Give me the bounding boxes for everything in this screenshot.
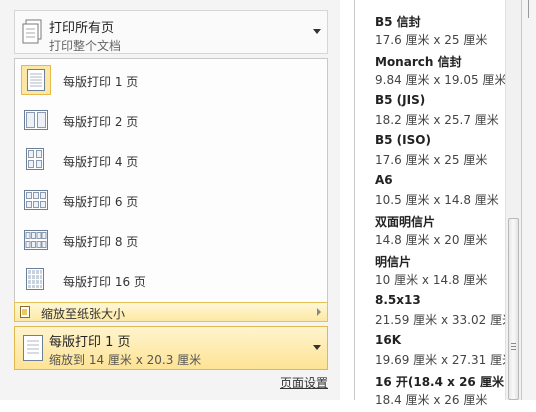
paper-size-name: 8.5x13	[375, 293, 421, 307]
paper-size-name: 明信片	[375, 255, 412, 269]
menu-item-label: 每版打印 2 页	[63, 115, 139, 129]
menu-item-8-page[interactable]: 每版打印 8 页	[15, 221, 327, 261]
grip-line	[511, 346, 516, 347]
paper-size-name: B5 (ISO)	[375, 133, 431, 147]
page-icon	[21, 334, 45, 362]
menu-item-6-page[interactable]: 每版打印 6 页	[15, 181, 327, 221]
grip-line	[511, 343, 516, 344]
scale-to-paper-size-item[interactable]: 缩放至纸张大小	[14, 302, 328, 322]
paper-size-name: A6	[375, 173, 393, 187]
paper-size-item[interactable]: B5 (ISO) 17.6 厘米 x 25 厘米	[355, 132, 505, 172]
menu-item-label: 每版打印 16 页	[63, 275, 146, 289]
six-page-icon	[21, 185, 51, 215]
paper-size-item[interactable]: 16 开(18.4 x 26 厘米) 18.4 厘米 x 26 厘米	[355, 372, 509, 412]
paper-size-item[interactable]: B5 信封 17.6 厘米 x 25 厘米	[355, 12, 505, 52]
paper-size-dimensions: 9.84 厘米 x 19.05 厘米	[375, 73, 507, 87]
scale-to-paper-label: 缩放至纸张大小	[41, 307, 126, 321]
menu-item-16-page[interactable]: 每版打印 16 页	[15, 261, 327, 301]
pages-per-sheet-title: 每版打印 1 页	[49, 335, 131, 350]
paper-size-name: 16K	[375, 333, 401, 347]
pages-per-sheet-dropdown[interactable]: 每版打印 1 页 缩放到 14 厘米 x 20.3 厘米	[14, 326, 328, 370]
scale-to-paper-icon	[20, 306, 30, 318]
menu-item-2-page[interactable]: 每版打印 2 页	[15, 101, 327, 141]
page-setup-link[interactable]: 页面设置	[280, 374, 328, 391]
paper-size-name: B5 (JIS)	[375, 93, 426, 107]
paper-size-dimensions: 19.69 厘米 x 27.31 厘米	[375, 353, 515, 367]
sixteen-page-icon	[21, 265, 51, 295]
preview-pane-edge	[522, 0, 536, 400]
menu-item-label: 每版打印 1 页	[63, 75, 139, 89]
paper-size-dimensions: 14.8 厘米 x 20 厘米	[375, 233, 488, 247]
menu-item-label: 每版打印 4 页	[63, 155, 139, 169]
paper-size-item[interactable]: B5 (JIS) 18.2 厘米 x 25.7 厘米	[355, 92, 505, 132]
pages-per-sheet-subtitle: 缩放到 14 厘米 x 20.3 厘米	[49, 353, 202, 367]
paper-size-dimensions: 17.6 厘米 x 25 厘米	[375, 153, 488, 167]
divider	[528, 0, 529, 18]
paper-size-dimensions: 21.59 厘米 x 33.02 厘米	[375, 313, 515, 327]
print-range-dropdown[interactable]: 打印所有页 打印整个文档	[14, 10, 328, 54]
one-page-icon	[21, 65, 51, 95]
scrollbar-thumb[interactable]	[508, 218, 519, 400]
paper-size-name: B5 信封	[375, 15, 421, 29]
menu-item-label: 每版打印 8 页	[63, 235, 139, 249]
paper-size-item[interactable]: 明信片 10 厘米 x 14.8 厘米	[355, 252, 505, 292]
paper-size-item[interactable]: 8.5x13 21.59 厘米 x 33.02 厘米	[355, 292, 514, 332]
paper-size-name: 16 开(18.4 x 26 厘米)	[375, 375, 510, 389]
document-stack-icon	[21, 19, 43, 45]
paper-size-item[interactable]: Monarch 信封 9.84 厘米 x 19.05 厘米	[355, 52, 507, 92]
paper-size-item[interactable]: A6 10.5 厘米 x 14.8 厘米	[355, 172, 505, 212]
paper-size-item[interactable]: 16K 19.69 厘米 x 27.31 厘米	[355, 332, 514, 372]
menu-item-label: 每版打印 6 页	[63, 195, 139, 209]
print-range-title: 打印所有页	[49, 21, 115, 36]
grip-line	[511, 349, 516, 350]
chevron-down-icon	[313, 345, 321, 350]
paper-size-name: 双面明信片	[375, 215, 436, 229]
chevron-right-icon	[317, 308, 321, 316]
paper-list-scrollbar[interactable]	[505, 0, 521, 400]
menu-item-1-page[interactable]: 每版打印 1 页	[15, 61, 327, 101]
chevron-down-icon	[313, 29, 321, 34]
paper-size-item[interactable]: 双面明信片 14.8 厘米 x 20 厘米	[355, 212, 505, 252]
paper-size-dimensions: 18.2 厘米 x 25.7 厘米	[375, 113, 499, 127]
paper-size-name: Monarch 信封	[375, 55, 462, 69]
paper-size-list: B5 信封 17.6 厘米 x 25 厘米 Monarch 信封 9.84 厘米…	[354, 0, 522, 407]
paper-size-dimensions: 10.5 厘米 x 14.8 厘米	[375, 193, 499, 207]
paper-size-dimensions: 17.6 厘米 x 25 厘米	[375, 33, 488, 47]
eight-page-icon	[21, 225, 51, 255]
four-page-icon	[21, 145, 51, 175]
paper-size-dimensions: 10 厘米 x 14.8 厘米	[375, 273, 488, 287]
pages-per-sheet-menu: 每版打印 1 页 每版打印 2 页 每版打印 4 页 每版打印 6 页 每版打印…	[14, 58, 328, 304]
menu-item-4-page[interactable]: 每版打印 4 页	[15, 141, 327, 181]
two-page-icon	[21, 105, 51, 135]
print-range-subtitle: 打印整个文档	[49, 39, 122, 53]
